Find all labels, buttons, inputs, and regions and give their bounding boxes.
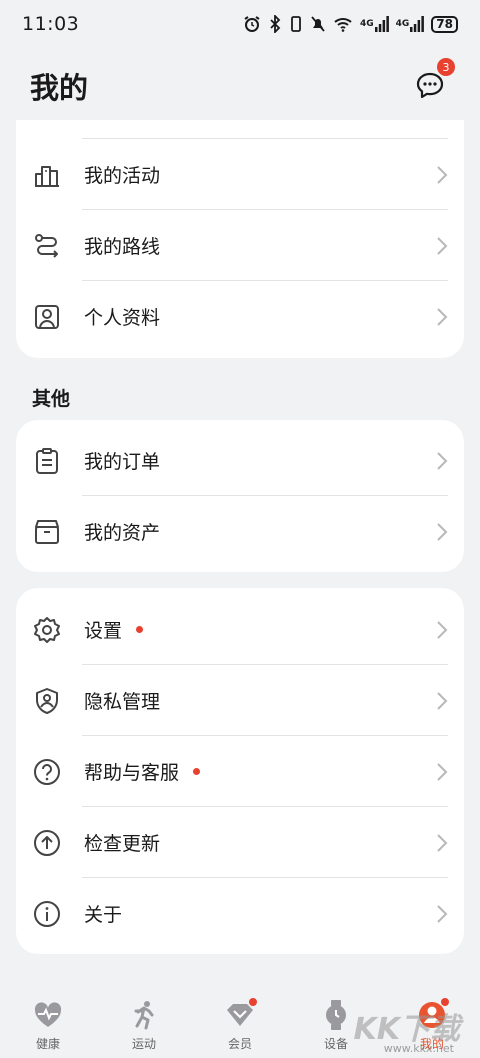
network-type-1: 4G [359,19,374,29]
privacy-icon [32,686,62,716]
route-icon [32,231,62,261]
page-title: 我的 [30,71,89,105]
about-icon [32,899,62,929]
signal-icon-1: 4G [360,15,389,33]
tab-label: 健康 [35,1037,60,1051]
settings-icon [32,615,62,645]
list-item-label: 我的订单 [84,451,161,473]
list-item-label: 关于 [84,904,123,926]
watermark-url: www.kkx.net [383,1042,454,1055]
chevron-right-icon [437,237,448,255]
status-icons: 4G 4G 78 [243,15,458,33]
exercise-icon [127,998,161,1032]
chevron-right-icon [437,692,448,710]
signal-icon-2: 4G [396,15,425,33]
list-item-check-update[interactable]: 检查更新 [16,807,464,878]
card-personal: 我的活动 我的路线 个人资料 [16,120,464,358]
tab-exercise[interactable]: 运动 [96,998,192,1052]
chevron-right-icon [437,523,448,541]
list-item-my-orders[interactable]: 我的订单 [16,425,464,496]
list-item-label: 我的资产 [84,522,161,544]
chevron-right-icon [437,621,448,639]
tab-label: 设备 [323,1037,348,1051]
card-system: 设置 隐私管理 帮助与客服 检查更新 关于 [16,588,464,954]
wifi-icon [333,15,353,33]
list-item-about[interactable]: 关于 [16,878,464,949]
message-badge: 3 [437,58,455,76]
list-item-my-route[interactable]: 我的路线 [16,210,464,281]
notification-dot [136,626,144,633]
tab-member[interactable]: 会员 [192,998,288,1052]
status-time: 11:03 [22,13,80,35]
chevron-right-icon [437,763,448,781]
health-icon [31,998,65,1032]
list-item-profile[interactable]: 个人资料 [16,281,464,352]
chevron-right-icon [437,905,448,923]
order-icon [32,446,62,476]
bluetooth-icon [268,15,282,33]
chevron-right-icon [437,834,448,852]
list-item-label: 我的路线 [84,236,161,258]
card-other: 我的订单 我的资产 [16,420,464,572]
help-icon [32,757,62,787]
list-item-label: 我的活动 [84,165,161,187]
list-item-settings[interactable]: 设置 [16,594,464,665]
activity-icon [32,160,62,190]
list-item-label: 个人资料 [84,307,161,329]
assets-icon [32,517,62,547]
tab-health[interactable]: 健康 [0,998,96,1052]
list-item-label: 设置 [84,620,123,642]
chevron-right-icon [437,452,448,470]
list-item-my-assets[interactable]: 我的资产 [16,496,464,567]
chevron-right-icon [437,166,448,184]
battery-indicator: 78 [431,15,458,33]
chevron-right-icon [437,308,448,326]
section-title-other: 其他 [32,388,71,410]
alarm-icon [243,15,261,33]
tab-label: 运动 [131,1037,156,1051]
update-icon [32,828,62,858]
list-item-my-activity[interactable]: 我的活动 [16,139,464,210]
member-icon [223,998,257,1032]
mute-icon [310,15,326,33]
tab-label: 会员 [227,1037,252,1051]
list-item-help[interactable]: 帮助与客服 [16,736,464,807]
list-item-label: 隐私管理 [84,691,161,713]
list-item-label: 检查更新 [84,833,161,855]
list-item-label: 帮助与客服 [84,762,180,784]
notification-dot [249,998,257,1006]
list-item-privacy[interactable]: 隐私管理 [16,665,464,736]
device-icon [319,998,353,1032]
network-type-2: 4G [395,19,410,29]
notification-dot [193,768,201,775]
messages-button[interactable]: 3 [414,58,455,102]
header: 我的 3 [0,56,480,116]
status-bar: 11:03 4G 4G 78 [0,0,480,48]
vibrate-icon [289,15,303,33]
profile-icon [32,302,62,332]
